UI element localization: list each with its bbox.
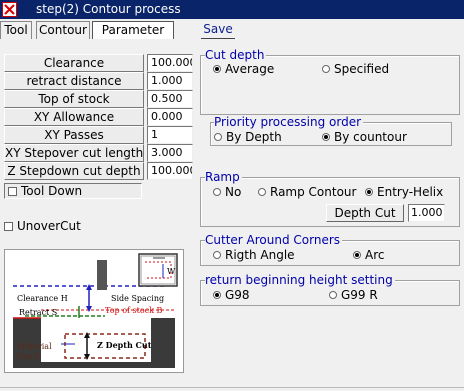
clearance-field[interactable]: 100.000 [147,54,193,72]
tool-down-label: Tool Down [21,184,83,198]
xy-stepover-field[interactable]: 3.000 [147,144,193,162]
stock-text-2: Stock [17,352,40,361]
cut-depth-specified-radio[interactable]: Specified [322,62,389,76]
close-icon[interactable] [2,2,17,17]
radio-icon [329,291,337,299]
save-button[interactable]: Save [201,21,235,39]
retract-distance-field[interactable]: 1.000 [147,72,193,90]
radio-icon [258,188,266,196]
arc-label: Arc [365,248,385,262]
depth-cut-field[interactable]: 1.000 [408,204,445,222]
radio-icon [214,133,222,141]
xy-allowance-field[interactable]: 0.000 [147,108,193,126]
right-angle-label: Rigth Angle [225,248,295,262]
by-contour-label: By countour [334,130,407,144]
corners-arc-radio[interactable]: Arc [353,248,384,262]
ramp-entry-helix-radio[interactable]: Entry-Helix [365,185,443,199]
radio-icon [353,251,361,259]
g99-label: G99 R [341,288,378,302]
priority-by-contour-radio[interactable]: By countour [322,130,407,144]
priority-title: Priority processing order [214,115,364,129]
title-bar: step(2) Contour process [0,0,464,19]
z-stepdown-button[interactable]: Z Stepdown cut depth [4,162,144,180]
radio-icon [322,65,330,73]
clearance-label: Clearance H [17,294,68,303]
tab-parameter[interactable]: Parameter [92,21,174,39]
entry-helix-label: Entry-Helix [377,185,444,199]
radio-icon [213,251,221,259]
ramp-no-radio[interactable]: No [213,185,241,199]
radio-icon [365,188,373,196]
ramp-title: Ramp [205,170,242,184]
retract-distance-button[interactable]: retract distance [4,72,144,90]
side-spacing-label: Side Spacing [111,294,165,303]
radio-icon [213,65,221,73]
tab-tool[interactable]: Tool [0,21,32,39]
window-title: step(2) Contour process [36,2,181,16]
z-stepdown-field[interactable]: 100.000 [147,162,193,180]
xy-passes-button[interactable]: XY Passes [4,126,144,144]
stock-text-1: Material [17,342,52,351]
depth-cut-button[interactable]: Depth Cut [326,204,404,222]
by-depth-label: By Depth [226,130,282,144]
tab-contour[interactable]: Contour [36,21,90,39]
specified-label: Specified [334,62,390,76]
checkbox-icon [8,187,17,196]
radio-icon [213,188,221,196]
radio-icon [213,291,221,299]
priority-by-depth-radio[interactable]: By Depth [214,130,282,144]
top-of-stock-field[interactable]: 0.500 [147,90,193,108]
return-g98-radio[interactable]: G98 [213,288,250,302]
xy-stepover-button[interactable]: XY Stepover cut length [4,144,144,162]
top-of-stock-diagram-label: Top of stock B [105,306,163,315]
clearance-button[interactable]: Clearance [4,54,144,72]
radio-icon [322,133,330,141]
w-label: W [167,267,176,276]
cut-depth-average-radio[interactable]: Average [213,62,274,76]
average-label: Average [225,62,275,76]
top-of-stock-button[interactable]: Top of stock [4,90,144,108]
retract-label: Retract S [19,308,58,317]
ramp-no-label: No [225,185,242,199]
g98-label: G98 [225,288,250,302]
unover-cut-label: UnoverCut [17,219,81,233]
checkbox-icon [4,222,13,231]
return-g99-radio[interactable]: G99 R [329,288,378,302]
bottom-divider [0,387,464,388]
ramp-contour-radio[interactable]: Ramp Contour [258,185,356,199]
xy-allowance-button[interactable]: XY Allowance [4,108,144,126]
ramp-contour-label: Ramp Contour [270,185,357,199]
corners-title: Cutter Around Corners [205,233,343,247]
unover-cut-checkbox[interactable]: UnoverCut [4,219,81,233]
corners-right-angle-radio[interactable]: Rigth Angle [213,248,295,262]
return-height-title: return beginning height setting [205,273,395,287]
cut-depth-title: Cut depth [205,48,267,62]
xy-passes-field[interactable]: 1 [147,126,193,144]
tool-path-diagram: Clearance H Retract S Side Spacing Top o… [4,249,184,373]
tool-down-checkbox[interactable]: Tool Down [4,183,142,199]
z-depth-label: Z Depth Cut [97,340,152,350]
